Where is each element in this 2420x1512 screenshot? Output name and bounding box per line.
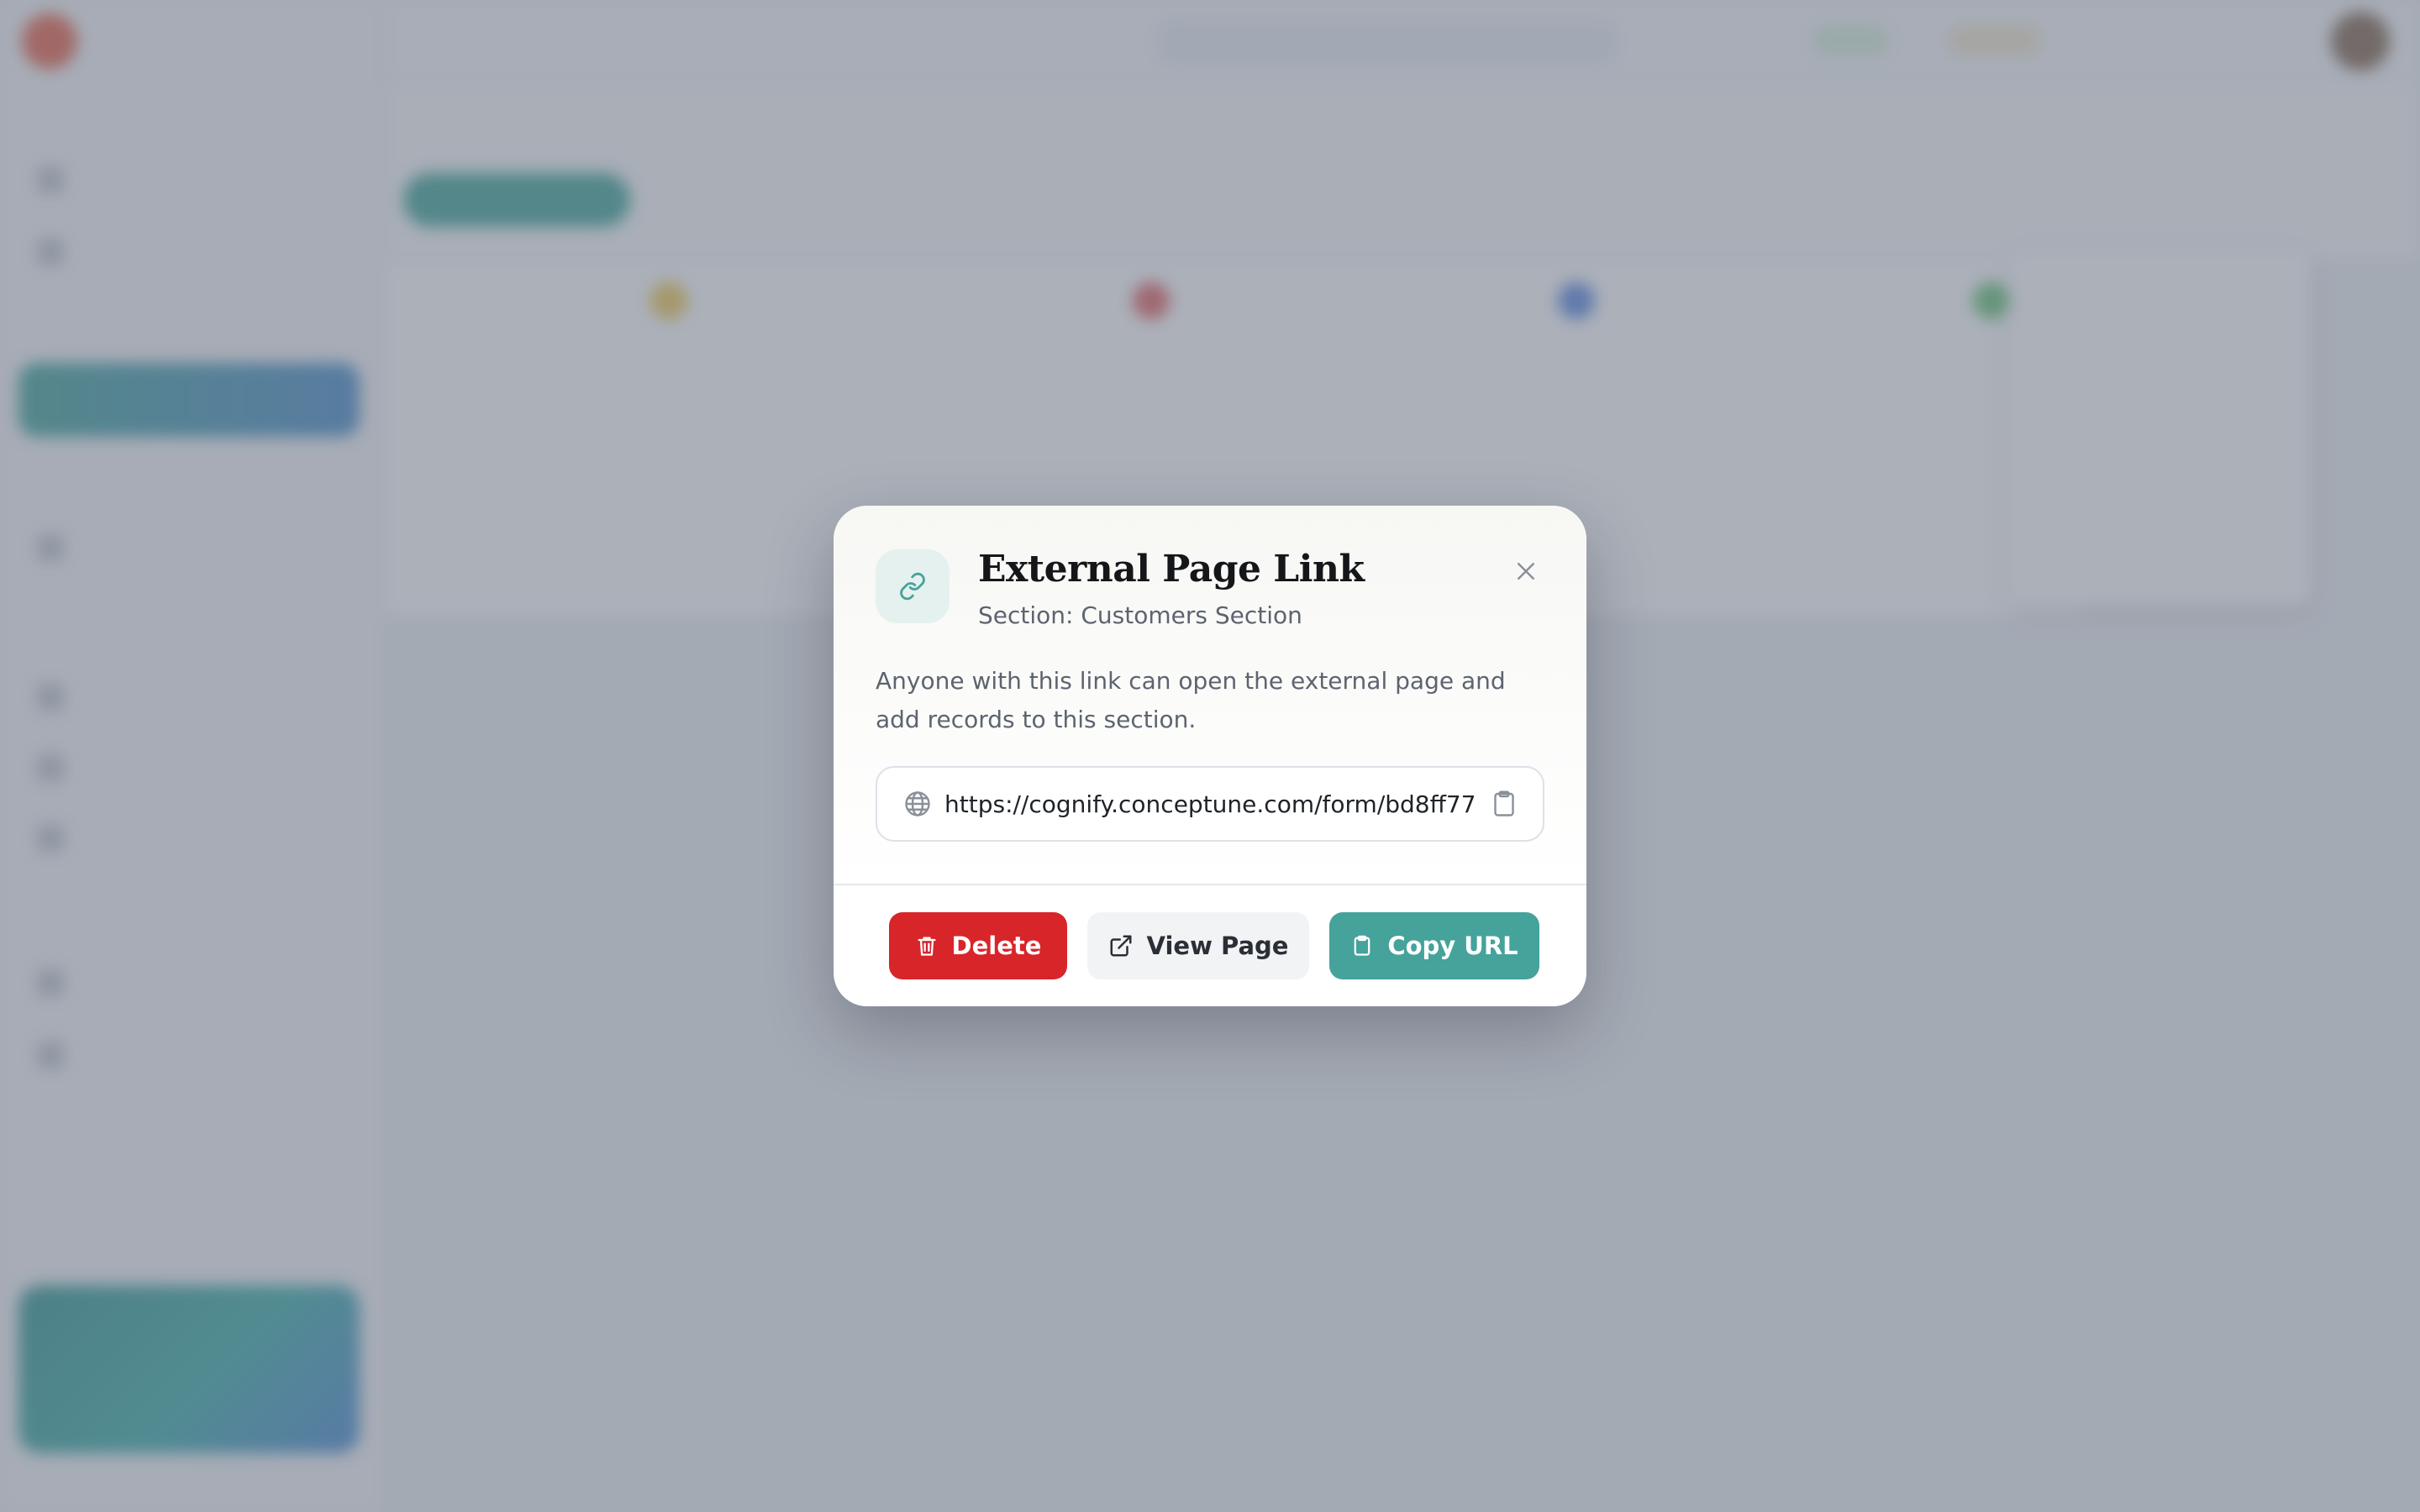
delete-button[interactable]: Delete [889,912,1067,979]
copy-url-button[interactable]: Copy URL [1329,912,1539,979]
delete-button-label: Delete [951,932,1042,960]
trash-icon [918,937,936,956]
external-link-icon [1110,935,1132,957]
dialog-subtitle: Section: Customers Section [978,601,1302,629]
clipboard-icon[interactable] [1489,789,1519,819]
url-field-container [876,766,1544,842]
close-icon[interactable] [1509,554,1543,588]
dialog-footer-divider [834,884,1586,885]
dialog-description: Anyone with this link can open the exter… [876,667,1506,733]
view-page-button[interactable]: View Page [1087,912,1309,979]
copy-url-button-label: Copy URL [1387,932,1518,960]
globe-icon [905,791,930,816]
clipboard-icon [1354,935,1370,956]
dialog-title: External Page Link [978,548,1365,591]
view-page-button-label: View Page [1146,932,1289,960]
url-input[interactable] [944,790,1474,818]
link-icon [876,549,950,623]
external-page-link-dialog: External Page Link Section: Customers Se… [834,506,1586,1006]
